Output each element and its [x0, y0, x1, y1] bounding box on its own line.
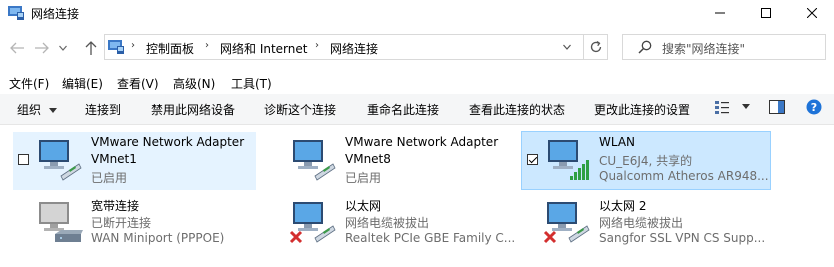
connection-name: 宽带连接	[91, 199, 140, 213]
close-button[interactable]	[789, 0, 834, 26]
organize-button[interactable]: 组织	[17, 101, 57, 118]
connection-name: 以太网	[345, 199, 382, 213]
connection-item-vmnet1[interactable]: VMware Network Adapter VMnet1 已启用	[13, 132, 256, 190]
connection-status: 已启用	[345, 171, 382, 185]
rename-button[interactable]: 重命名此连接	[367, 101, 439, 118]
recent-locations-dropdown[interactable]	[56, 38, 70, 58]
arrow-left-icon	[10, 42, 24, 54]
connection-status: Sangfor SSL VPN CS Supp...	[599, 231, 766, 245]
disable-device-button[interactable]: 禁用此网络设备	[151, 101, 235, 118]
connection-detail: 网络电缆被拔出	[599, 216, 684, 230]
connect-to-button[interactable]: 连接到	[85, 101, 121, 118]
maximize-button[interactable]	[743, 0, 789, 26]
preview-pane-icon	[769, 99, 785, 114]
view-status-button[interactable]: 查看此连接的状态	[469, 101, 565, 118]
ethernet-disconnected-icon	[289, 202, 336, 244]
item-checkbox[interactable]	[527, 154, 538, 165]
svg-text:?: ?	[811, 101, 817, 114]
menu-view[interactable]: 查看(V)	[117, 75, 159, 92]
breadcrumb-chevron-icon[interactable]: ›	[131, 40, 135, 51]
arrow-right-icon	[35, 42, 49, 54]
address-history-dropdown[interactable]	[557, 38, 577, 56]
refresh-icon	[590, 40, 602, 53]
forward-button[interactable]	[31, 38, 53, 58]
refresh-button[interactable]	[583, 34, 608, 60]
breadcrumb-chevron-icon[interactable]: ›	[205, 40, 209, 51]
search-icon	[638, 40, 652, 54]
chevron-down-icon	[563, 44, 571, 50]
network-adapter-icon	[293, 140, 336, 181]
window-title: 网络连接	[31, 7, 80, 21]
change-settings-button[interactable]: 更改此连接的设置	[594, 101, 690, 118]
caret-down-icon	[741, 104, 750, 109]
search-placeholder: 搜索"网络连接"	[662, 42, 746, 56]
connection-name: VMware Network Adapter	[345, 135, 499, 149]
change-view-button[interactable]	[714, 99, 750, 119]
control-panel-icon	[108, 40, 124, 54]
breadcrumb-control-panel[interactable]: 控制面板	[146, 40, 194, 57]
menu-edit[interactable]: 编辑(E)	[62, 75, 103, 92]
up-button[interactable]	[80, 38, 102, 58]
help-icon: ?	[806, 99, 822, 115]
view-options-icon	[715, 101, 729, 114]
connection-status: 已启用	[91, 171, 128, 185]
arrow-up-icon	[85, 41, 97, 55]
connection-detail: VMnet1	[91, 152, 137, 166]
broadband-modem-icon	[39, 202, 83, 242]
organize-label: 组织	[17, 103, 42, 117]
connection-item-broadband[interactable]: 宽带连接 已断开连接 WAN Miniport (PPPOE)	[13, 194, 256, 252]
network-adapter-icon	[39, 140, 82, 181]
connection-name: WLAN	[599, 135, 636, 149]
title-bar: 网络连接	[0, 0, 834, 26]
connection-detail: 已断开连接	[91, 216, 152, 230]
minimize-icon	[715, 12, 725, 14]
breadcrumb-network-internet[interactable]: 网络和 Internet	[220, 40, 307, 57]
connection-name: VMware Network Adapter	[91, 135, 245, 149]
connection-status: WAN Miniport (PPPOE)	[91, 231, 225, 245]
help-button[interactable]: ?	[806, 99, 822, 119]
diagnose-button[interactable]: 诊断这个连接	[264, 101, 336, 118]
preview-pane-button[interactable]	[769, 99, 785, 119]
menu-advanced[interactable]: 高级(N)	[173, 75, 215, 92]
connection-detail: CU_E6J4, 共享的	[599, 154, 693, 168]
connection-status: Realtek PCIe GBE Family C...	[345, 231, 516, 245]
connection-item-vmnet8[interactable]: VMware Network Adapter VMnet8 已启用	[267, 132, 510, 190]
connection-item-wlan[interactable]: WLAN CU_E6J4, 共享的 Qualcomm Atheros AR948…	[521, 131, 771, 190]
connection-detail: VMnet8	[345, 152, 391, 166]
close-icon	[807, 8, 817, 18]
item-checkbox[interactable]	[18, 154, 29, 165]
connection-status: Qualcomm Atheros AR948...	[599, 169, 769, 183]
breadcrumb-chevron-icon[interactable]: ›	[315, 40, 319, 51]
network-connections-app-icon	[8, 6, 24, 20]
maximize-icon	[761, 8, 771, 18]
connection-item-ethernet[interactable]: 以太网 网络电缆被拔出 Realtek PCIe GBE Family C...	[267, 194, 515, 252]
menu-tools[interactable]: 工具(T)	[231, 75, 272, 92]
back-button[interactable]	[6, 38, 28, 58]
breadcrumb-network-connections[interactable]: 网络连接	[330, 40, 378, 57]
wifi-signal-icon	[548, 140, 589, 180]
connection-item-ethernet-2[interactable]: 以太网 2 网络电缆被拔出 Sangfor SSL VPN CS Supp...	[521, 194, 766, 252]
minimize-button[interactable]	[697, 0, 743, 26]
ethernet-disconnected-icon	[543, 202, 590, 244]
connection-detail: 网络电缆被拔出	[345, 216, 430, 230]
chevron-down-icon	[59, 45, 67, 51]
connection-name: 以太网 2	[599, 199, 647, 213]
menu-file[interactable]: 文件(F)	[9, 75, 49, 92]
caret-down-icon	[48, 107, 57, 113]
